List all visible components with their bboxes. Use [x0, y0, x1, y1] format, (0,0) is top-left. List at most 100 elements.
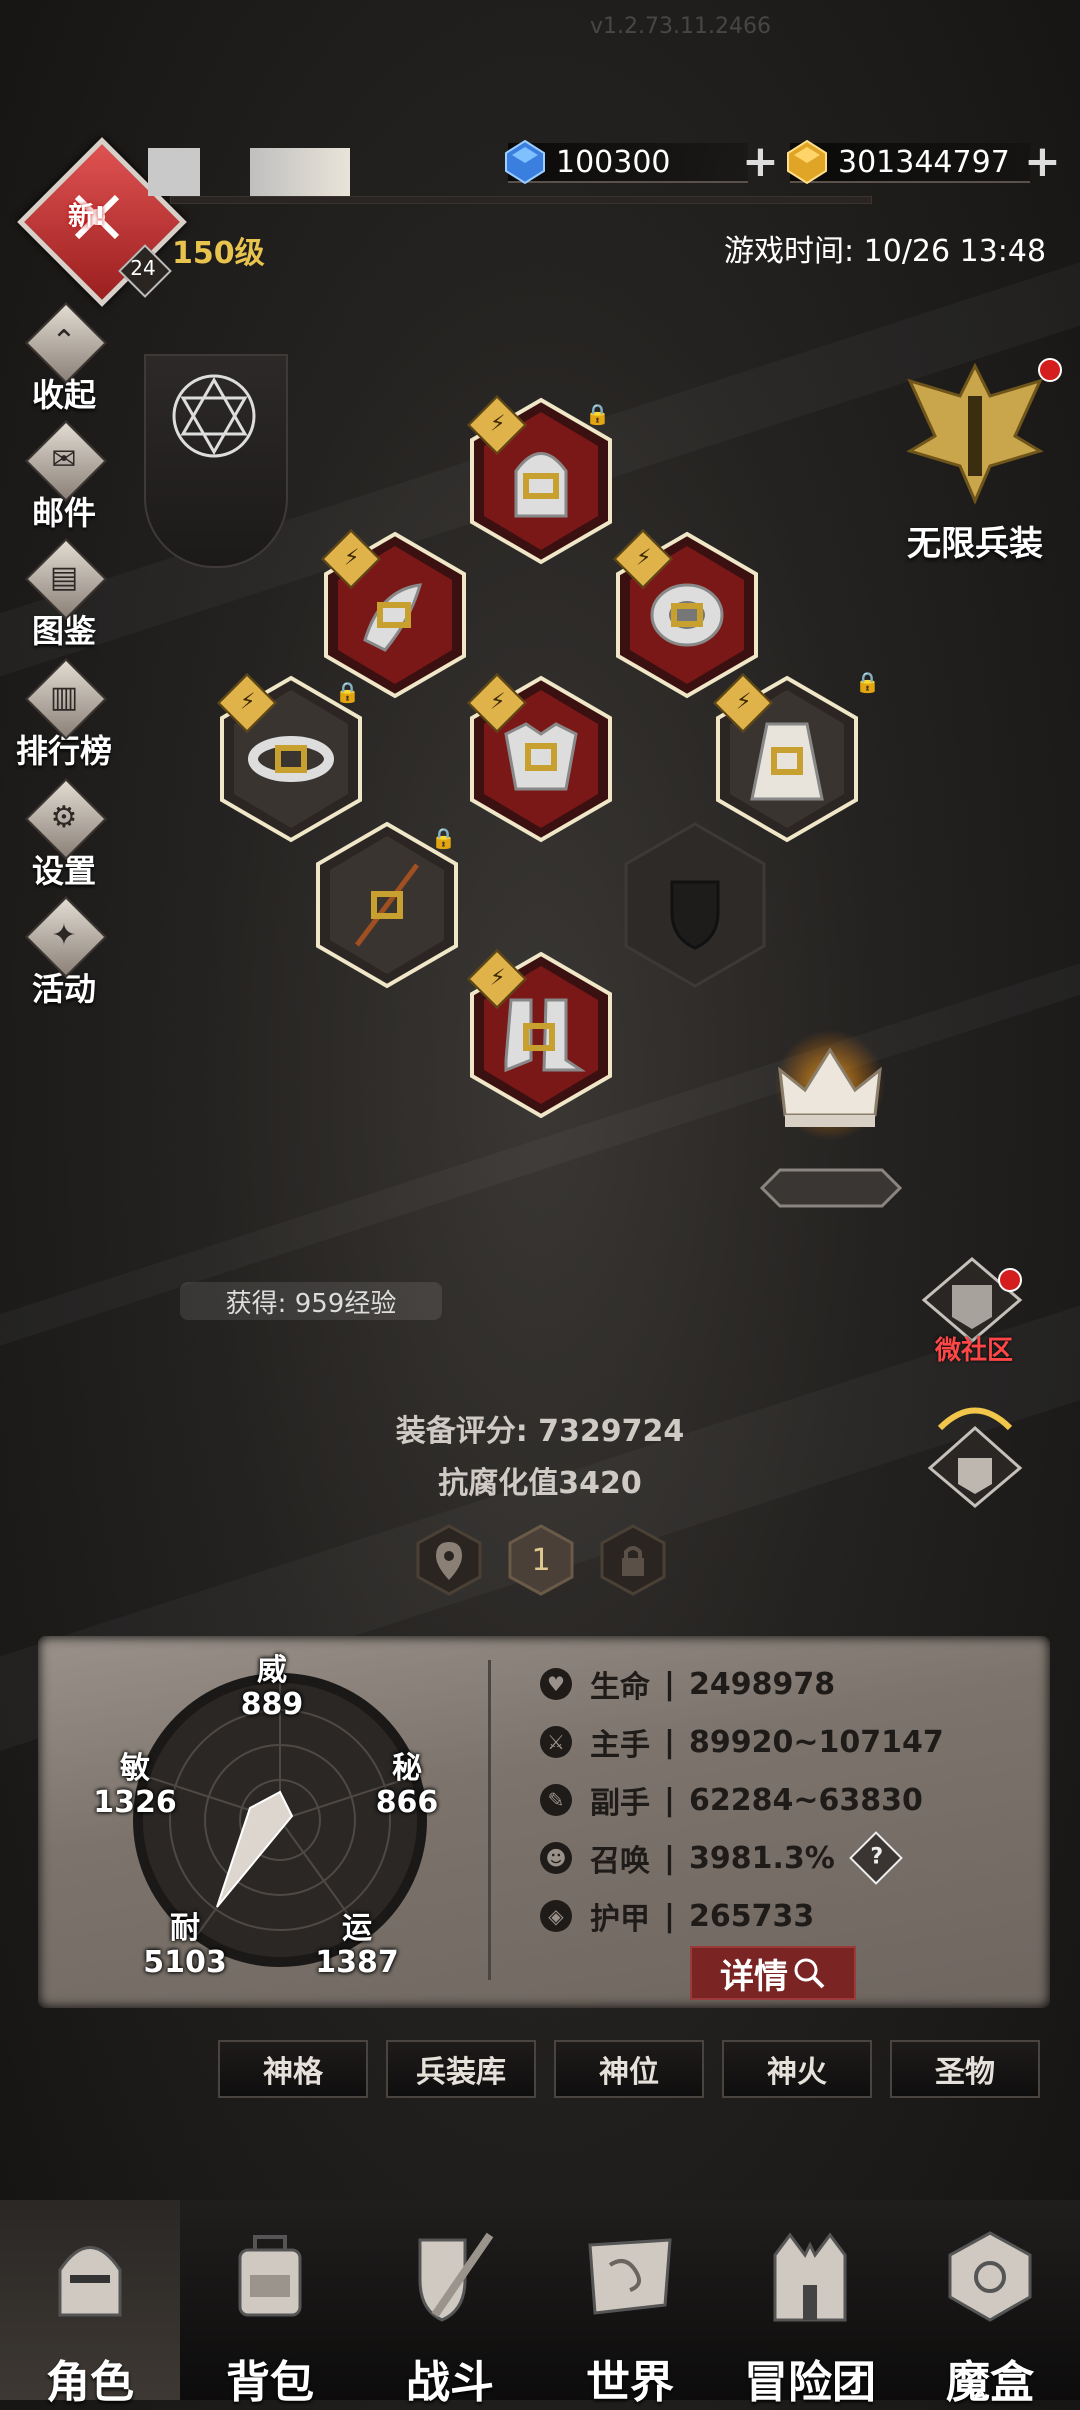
- magnify-icon: [794, 1958, 825, 1989]
- ring-icon: [642, 570, 732, 660]
- anti-corrosion-value: 抗腐化值3420: [438, 1466, 642, 1501]
- tab-armory[interactable]: 兵装库: [386, 2040, 536, 2098]
- diamond-currency: 100300 +: [505, 140, 779, 186]
- tab-relic[interactable]: 圣物: [890, 2040, 1040, 2098]
- nav-battle[interactable]: 战斗: [360, 2200, 540, 2408]
- summon-icon: ☻: [540, 1842, 572, 1874]
- avatar-level-text: 24: [130, 256, 156, 280]
- equip-slot-bracelet[interactable]: ⚡ 🔒: [216, 673, 366, 844]
- page-tab-1[interactable]: 1: [508, 1524, 574, 1596]
- knight-helmet-icon: [40, 2220, 140, 2330]
- offhand-icon: ✎: [540, 1784, 572, 1816]
- exp-gain-text: 获得: 959经验: [180, 1282, 442, 1320]
- heart-icon: ♥: [540, 1668, 572, 1700]
- equip-slot-helmet[interactable]: ⚡ 🔒: [466, 395, 616, 566]
- details-button[interactable]: 详情: [690, 1946, 856, 2000]
- infinite-gear-label[interactable]: 无限兵装: [880, 516, 1070, 565]
- add-diamond-button[interactable]: +: [742, 140, 779, 184]
- stat-mi: 秘 866: [375, 1751, 439, 1820]
- attr-row-hp: ♥ 生命 | 2498978: [540, 1656, 835, 1712]
- version-text: v1.2.73.11.2466: [590, 14, 771, 39]
- stat-yun: 运 1387: [315, 1911, 399, 1980]
- equip-slot-cape[interactable]: ⚡ 🔒: [712, 670, 880, 844]
- player-level: 150级: [172, 236, 265, 271]
- lock-icon: [622, 1558, 644, 1576]
- notification-dot: [998, 1268, 1022, 1292]
- ranking-icon: ▥: [49, 679, 79, 715]
- mail-icon: ✉: [51, 441, 77, 477]
- equipment-score: 装备评分: 7329724: [395, 1414, 685, 1449]
- equip-slot-chest[interactable]: ⚡: [466, 673, 616, 844]
- pedestal-icon: [760, 1168, 902, 1208]
- nav-adventure-team[interactable]: 冒险团: [720, 2200, 900, 2408]
- menu-mail[interactable]: ✉ 邮件: [10, 419, 118, 534]
- bracelet-icon: [246, 714, 336, 804]
- player-name-blur: [250, 148, 350, 196]
- attr-row-offhand: ✎ 副手 | 62284~63830: [540, 1772, 923, 1828]
- exp-bar: [170, 196, 872, 204]
- stat-wei: 威 889: [240, 1653, 304, 1722]
- weapon-icon: [342, 860, 432, 950]
- sword-shield-icon: [400, 2220, 500, 2330]
- stat-nai: 耐 5103: [143, 1911, 227, 1980]
- tab-god-rank[interactable]: 神位: [554, 2040, 704, 2098]
- notification-dot: [1038, 358, 1062, 382]
- helmet-icon: [496, 436, 586, 526]
- lock-icon: 🔒: [585, 402, 610, 426]
- new-badge: 新!: [68, 202, 106, 232]
- collapse-icon: ⌃: [51, 323, 77, 359]
- gear-icon: ⚙: [50, 799, 78, 835]
- magic-cube-icon: [940, 2220, 1040, 2330]
- shield-icon: [670, 880, 720, 950]
- backpack-icon: [220, 2220, 320, 2330]
- stats-divider: [488, 1660, 491, 1980]
- attr-row-summon: ☻ 召唤 | 3981.3% ?: [540, 1830, 903, 1886]
- event-icon: ✦: [51, 917, 77, 953]
- diamond-amount: 100300: [556, 144, 671, 180]
- lock-icon: 🔒: [855, 670, 880, 694]
- infinite-gear-icon[interactable]: [890, 356, 1060, 506]
- stat-min: 敏 1326: [93, 1751, 177, 1820]
- mainhand-icon: ⚔: [540, 1726, 572, 1758]
- help-icon[interactable]: ?: [848, 1831, 903, 1885]
- attr-row-mainhand: ⚔ 主手 | 89920~107147: [540, 1714, 944, 1770]
- add-gold-button[interactable]: +: [1024, 140, 1061, 184]
- menu-settings[interactable]: ⚙ 设置: [10, 777, 118, 892]
- nav-world[interactable]: 世界: [540, 2200, 720, 2408]
- chest-armor-icon: [496, 714, 586, 804]
- menu-events[interactable]: ✦ 活动: [10, 895, 118, 1010]
- locked-tab[interactable]: [600, 1524, 666, 1596]
- armor-icon: ◈: [540, 1900, 572, 1932]
- gold-currency: 301344797 +: [787, 140, 1061, 186]
- menu-ranking[interactable]: ▥ 排行榜: [10, 657, 118, 772]
- menu-collapse[interactable]: ⌃ 收起: [10, 301, 118, 416]
- shoulder-armor-icon: [350, 570, 440, 660]
- community-label[interactable]: 微社区: [916, 1330, 1032, 1367]
- nav-character[interactable]: 角色: [0, 2200, 180, 2408]
- location-tab[interactable]: [416, 1524, 482, 1596]
- nav-magic-box[interactable]: 魔盒: [900, 2200, 1080, 2408]
- cape-icon: [742, 714, 832, 804]
- nav-backpack[interactable]: 背包: [180, 2200, 360, 2408]
- equip-slot-boots[interactable]: ⚡: [466, 949, 616, 1120]
- equip-slot-weapon[interactable]: 🔒: [312, 820, 462, 990]
- game-time: 游戏时间: 10/26 13:48: [724, 234, 1047, 269]
- world-map-icon: [580, 2220, 680, 2330]
- book-icon: ▤: [49, 559, 79, 595]
- tab-divine-fire[interactable]: 神火: [722, 2040, 872, 2098]
- diamond-icon: [505, 139, 545, 185]
- tab-divinity[interactable]: 神格: [218, 2040, 368, 2098]
- player-name-blur: [148, 148, 200, 196]
- shield-slot[interactable]: [620, 820, 770, 990]
- crown-icon[interactable]: [770, 1030, 890, 1140]
- attr-row-armor: ◈ 护甲 | 265733: [540, 1888, 814, 1944]
- hexagram-icon: [172, 374, 256, 458]
- gold-amount: 301344797: [838, 144, 1010, 180]
- lock-icon: 🔒: [431, 826, 456, 850]
- gold-gem-icon: [787, 139, 827, 185]
- menu-codex[interactable]: ▤ 图鉴: [10, 537, 118, 652]
- boots-icon: [496, 990, 586, 1080]
- castle-icon: [760, 2220, 860, 2330]
- lock-icon: 🔒: [335, 680, 360, 704]
- sub-tab-bar: 神格 兵装库 神位 神火 圣物: [218, 2040, 1040, 2098]
